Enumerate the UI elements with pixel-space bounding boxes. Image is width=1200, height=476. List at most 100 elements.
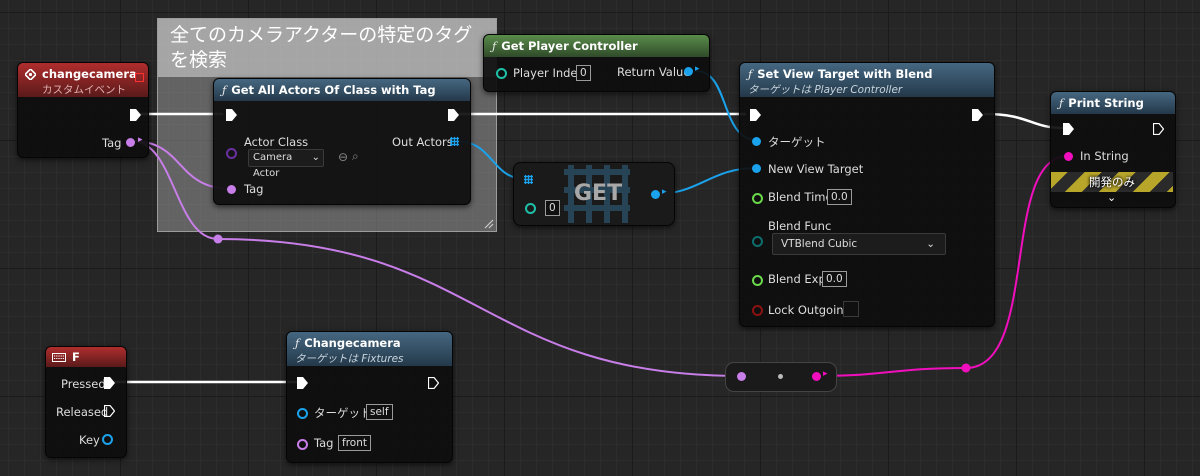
actor-class-value: Camera Actor — [253, 152, 293, 179]
print-string-header[interactable]: ƒ Print String — [1051, 92, 1175, 114]
development-only-banner: 開発のみ — [1051, 172, 1173, 192]
out-actors-label: Out Actors — [392, 135, 453, 149]
conversion-output-pin[interactable] — [812, 372, 821, 381]
name-to-string-conversion-node[interactable]: ▸ — [725, 362, 837, 392]
blend-time-pin[interactable] — [752, 193, 763, 204]
actor-class-dropdown[interactable]: Camera Actor ⌄ — [248, 149, 324, 179]
custom-event-subtitle: カスタムイベント — [42, 84, 126, 96]
development-only-label: 開発のみ — [1089, 175, 1135, 189]
resize-grip-icon[interactable] — [482, 217, 494, 229]
player-index-label: Player Index — [513, 66, 585, 80]
chevron-down-icon: ⌄ — [311, 152, 320, 163]
set-view-target-header[interactable]: ƒ Set View Target with Blend ターゲットは Playe… — [740, 63, 994, 97]
exec-in-pin[interactable] — [1063, 123, 1074, 135]
conversion-input-pin[interactable] — [737, 372, 746, 381]
blend-func-value: VTBlend Cubic — [781, 238, 858, 250]
set-view-target-node[interactable]: ƒ Set View Target with Blend ターゲットは Playe… — [739, 62, 995, 327]
key-label: Key — [79, 433, 100, 447]
custom-event-header[interactable]: changecamera カスタムイベント — [18, 63, 148, 97]
array-input-pin[interactable] — [524, 175, 533, 184]
exec-in-pin[interactable] — [750, 109, 761, 121]
new-view-target-pin[interactable] — [752, 164, 761, 173]
pressed-exec-pin[interactable] — [104, 377, 115, 389]
player-index-pin[interactable] — [496, 68, 507, 79]
item-output-pin[interactable] — [651, 190, 660, 199]
target-pin[interactable] — [752, 137, 761, 146]
exec-out-pin[interactable] — [130, 109, 141, 121]
target-input-label: ターゲット — [314, 406, 372, 420]
chevron-down-icon: ⌄ — [926, 238, 935, 250]
exec-out-pin[interactable] — [972, 109, 983, 121]
exec-in-pin[interactable] — [226, 109, 237, 121]
changecamera-call-header[interactable]: ƒ Changecamera ターゲットは Fixtures — [287, 332, 452, 366]
actor-class-pin[interactable] — [226, 148, 237, 159]
blend-func-pin[interactable] — [752, 236, 763, 247]
function-icon: ƒ — [222, 83, 227, 97]
lock-outgoing-checkbox[interactable] — [843, 301, 859, 317]
set-view-target-title: Set View Target with Blend — [757, 67, 933, 81]
exec-out-pin[interactable] — [1153, 123, 1164, 135]
in-string-label: In String — [1080, 149, 1129, 163]
tag-input-pin[interactable] — [227, 185, 236, 194]
index-field[interactable]: 0 — [545, 200, 560, 216]
get-all-actors-header[interactable]: ƒ Get All Actors Of Class with Tag — [214, 79, 470, 101]
pin-arrow-icon: ▸ — [823, 369, 828, 379]
blend-time-field[interactable]: 0.0 — [827, 189, 852, 205]
key-event-node[interactable]: F Pressed Released Key — [45, 346, 127, 458]
return-value-label: Return Value — [617, 65, 691, 79]
index-input-pin[interactable] — [525, 203, 536, 214]
expand-chevron-icon[interactable]: ⌄ — [1107, 191, 1116, 204]
replication-icon — [135, 73, 144, 82]
get-player-controller-node[interactable]: ƒ Get Player Controller Player Index 0 Re… — [483, 34, 710, 92]
blend-exp-field[interactable]: 0.0 — [822, 271, 847, 287]
changecamera-call-subtitle: ターゲットは Fixtures — [295, 353, 404, 365]
exec-out-pin[interactable] — [428, 377, 439, 389]
tag-input-label: Tag — [244, 182, 264, 196]
tag-pin-label: Tag — [102, 136, 122, 150]
get-player-controller-title: Get Player Controller — [501, 39, 638, 53]
player-index-field[interactable]: 0 — [576, 65, 591, 81]
blend-func-dropdown[interactable]: VTBlend Cubic ⌄ — [772, 233, 946, 255]
set-view-target-subtitle: ターゲットは Player Controller — [748, 84, 903, 96]
function-icon: ƒ — [492, 39, 497, 53]
in-string-pin[interactable] — [1064, 152, 1073, 161]
event-diamond-icon — [25, 69, 36, 80]
browse-icon[interactable]: ⌕ — [352, 149, 359, 164]
keyboard-icon — [52, 353, 66, 362]
tag-input-pin[interactable] — [297, 439, 308, 450]
return-value-pin[interactable] — [684, 67, 693, 76]
key-event-header[interactable]: F — [46, 347, 126, 367]
lock-outgoing-label: Lock Outgoing — [768, 303, 851, 317]
target-input-pin[interactable] — [297, 408, 308, 419]
array-output-pin[interactable] — [450, 137, 459, 146]
tag-input-label: Tag — [314, 436, 334, 450]
function-icon: ƒ — [1059, 96, 1064, 110]
exec-out-pin[interactable] — [448, 109, 459, 121]
print-string-title: Print String — [1068, 96, 1144, 110]
changecamera-call-title: Changecamera — [304, 336, 401, 350]
get-player-controller-header[interactable]: ƒ Get Player Controller — [484, 35, 709, 57]
released-label: Released — [56, 405, 109, 419]
blend-exp-pin[interactable] — [752, 275, 763, 286]
target-label: ターゲット — [768, 135, 826, 149]
tag-input-field[interactable]: front — [338, 435, 371, 451]
key-output-pin[interactable] — [102, 434, 113, 445]
pressed-label: Pressed — [61, 377, 106, 391]
target-input-field[interactable]: self — [366, 404, 393, 420]
exec-in-pin[interactable] — [297, 377, 308, 389]
use-selected-icon[interactable]: ⊖ — [338, 150, 348, 164]
pin-arrow-icon: ▸ — [662, 187, 667, 197]
get-all-actors-node[interactable]: ƒ Get All Actors Of Class with Tag Actor … — [213, 78, 471, 205]
key-event-title: F — [72, 350, 80, 364]
array-get-node[interactable]: GET 0 ▸ — [513, 162, 675, 226]
released-exec-pin[interactable] — [104, 405, 115, 417]
custom-event-title: changecamera — [42, 67, 137, 81]
tag-output-pin[interactable] — [126, 138, 135, 147]
changecamera-call-node[interactable]: ƒ Changecamera ターゲットは Fixtures ターゲット self… — [286, 331, 453, 463]
conversion-center-dot — [778, 374, 783, 379]
blend-exp-label: Blend Exp — [768, 272, 826, 286]
actor-class-label: Actor Class — [244, 135, 309, 149]
custom-event-node[interactable]: changecamera カスタムイベント Tag ▸ — [17, 62, 149, 158]
lock-outgoing-pin[interactable] — [752, 305, 763, 316]
pin-arrow-icon: ▸ — [138, 135, 143, 145]
